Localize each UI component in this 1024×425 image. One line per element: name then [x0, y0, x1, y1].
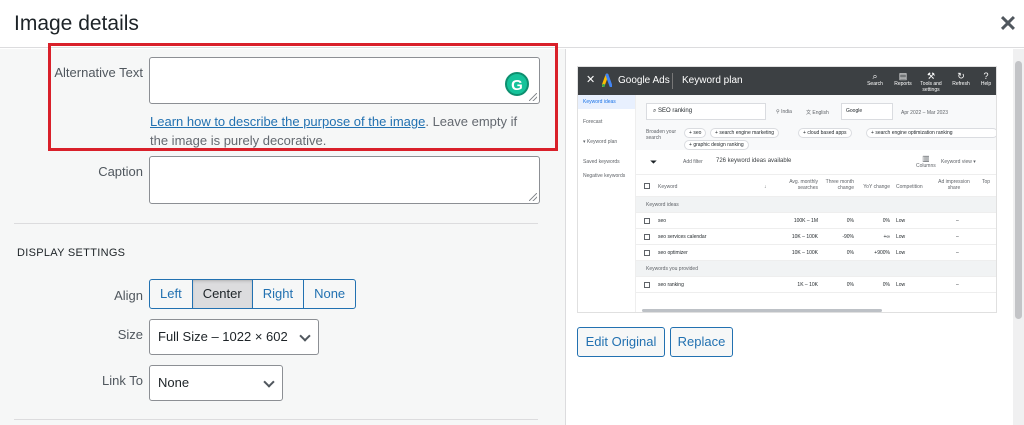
help-icon: ? [983, 71, 989, 81]
reports-icon: ▤ [898, 71, 908, 81]
close-icon: ✕ [586, 74, 596, 86]
ga-toolbar-help: ? Help [973, 71, 996, 87]
attachment-settings-panel: Alternative Text G Learn how to describe… [0, 43, 566, 425]
size-select-value: Full Size – 1022 × 602 [158, 329, 288, 344]
divider [14, 223, 538, 224]
align-center-button[interactable]: Center [192, 280, 253, 308]
ga-table-header: Keyword ↓ Avg. monthly searches Three mo… [636, 175, 996, 197]
divider [14, 419, 538, 420]
close-icon[interactable]: ✕ [996, 12, 1020, 36]
google-ads-topbar: ✕ Google Ads Keyword plan ⌕ Search ▤ Repor… [578, 67, 996, 95]
ga-network: Google [841, 103, 893, 120]
chevron-down-icon [263, 376, 275, 388]
ga-chip: + seo [684, 128, 707, 138]
chevron-down-icon [299, 330, 311, 342]
ga-toolbar-tools: ⚒ Tools and settings [918, 71, 944, 93]
size-select[interactable]: Full Size – 1022 × 602 [149, 319, 319, 355]
align-left-button[interactable]: Left [150, 280, 193, 308]
link-to-select-value: None [158, 375, 190, 390]
ga-ideas-count: 726 keyword ideas available [716, 158, 792, 164]
table-row: seo optimizer 10K – 100K 0% +900% Low – [636, 245, 996, 261]
size-label: Size [117, 327, 143, 342]
tools-icon: ⚒ [926, 71, 936, 81]
replace-button[interactable]: Replace [670, 327, 733, 357]
ga-columns: ▥ Columns [916, 154, 936, 169]
align-none-button[interactable]: None [304, 280, 355, 308]
caption-label: Caption [98, 164, 143, 179]
table-row: seo ranking 1K – 10K 0% 0% Low – [636, 277, 996, 293]
link-to-label: Link To [102, 373, 143, 388]
highlight-box [48, 43, 558, 151]
divider [672, 73, 673, 89]
ga-search-input: ⌕ SEO ranking [646, 103, 766, 120]
ga-location: ⚲ India [776, 109, 792, 115]
google-ads-brand: Google Ads [618, 75, 670, 86]
ga-sidebar-item: ▾ Keyword plan [583, 139, 618, 145]
ga-language: 文 English [806, 110, 829, 116]
ga-add-filter: Add filter [683, 159, 703, 165]
ga-chip: + search engine marketing [710, 128, 780, 138]
search-icon: ⌕ [872, 71, 878, 81]
google-ads-logo-icon [602, 73, 612, 87]
ga-horizontal-scrollbar [642, 309, 882, 312]
ga-sidebar-item: Forecast [583, 119, 603, 125]
ga-toolbar-reports: ▤ Reports [890, 71, 916, 87]
ga-main-content: ⌕ SEO ranking ⚲ India 文 English Google A… [636, 95, 996, 312]
page-title: Image details [14, 12, 139, 35]
ga-broaden-label: Broaden your search [646, 129, 677, 141]
ga-chip: + cloud based apps [798, 128, 852, 138]
ga-chip: + graphic design ranking [684, 140, 749, 150]
ga-sidebar-item: Saved keywords [583, 159, 620, 165]
table-row: seo services calendar 10K – 100K -90% +∞… [636, 229, 996, 245]
ga-view-select: Keyword view ▾ [941, 159, 976, 165]
ga-chip: + search engine optimization ranking [866, 128, 996, 138]
ga-sidebar-item: Keyword ideas [578, 95, 635, 109]
edit-original-button[interactable]: Edit Original [577, 327, 665, 357]
scrollbar-thumb[interactable] [1015, 61, 1022, 319]
ga-toolbar-search: ⌕ Search [862, 71, 888, 87]
align-right-button[interactable]: Right [253, 280, 305, 308]
ga-group-row: Keywords you provided [636, 261, 996, 277]
ga-sidebar: Keyword ideas Forecast ▾ Keyword plan Sa… [578, 95, 636, 312]
ga-keyword-table: Keyword ↓ Avg. monthly searches Three mo… [636, 175, 996, 312]
image-preview: ✕ Google Ads Keyword plan ⌕ Search ▤ Repor… [577, 66, 997, 313]
align-label: Align [114, 288, 143, 303]
ga-group-row: Keyword ideas [636, 197, 996, 213]
keyword-plan-title: Keyword plan [682, 75, 743, 86]
table-row: seo 100K – 1M 0% 0% Low – [636, 213, 996, 229]
resize-handle[interactable] [529, 193, 537, 201]
ga-date-range: Apr 2022 – Mar 2023 [901, 110, 948, 116]
ga-sidebar-item: Negative keywords [583, 173, 626, 179]
columns-icon: ▥ [922, 154, 930, 163]
ga-toolbar-refresh: ↻ Refresh [948, 71, 974, 87]
display-settings-title: DISPLAY SETTINGS [17, 247, 126, 259]
panel-scrollbar[interactable] [1013, 49, 1024, 425]
refresh-icon: ↻ [957, 71, 965, 81]
align-button-group: Left Center Right None [149, 279, 357, 309]
filter-icon: ⏷ [650, 157, 658, 167]
modal-header: Image details ✕ [0, 0, 1024, 48]
ga-filter-bar: ⏷ Add filter 726 keyword ideas available… [636, 150, 996, 175]
caption-input[interactable] [149, 156, 540, 204]
link-to-select[interactable]: None [149, 365, 283, 401]
attachment-preview-panel: ✕ Google Ads Keyword plan ⌕ Search ▤ Repor… [567, 49, 1024, 425]
